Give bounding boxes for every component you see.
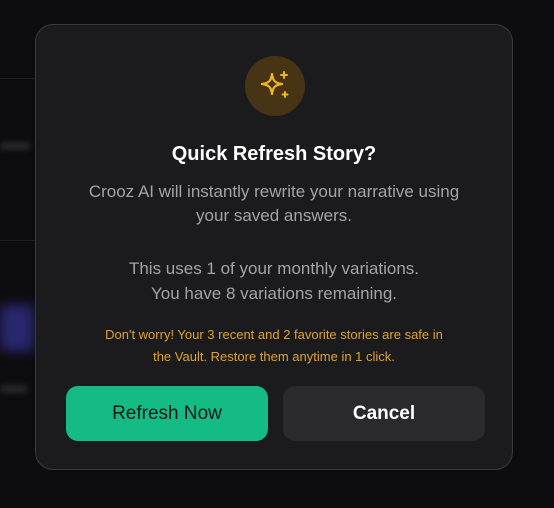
- dialog-title: Quick Refresh Story?: [171, 143, 377, 165]
- usage-line: This uses 1 of your monthly variations.: [128, 259, 420, 278]
- refresh-now-button[interactable]: Refresh Now: [66, 386, 268, 441]
- usage-line: You have 8 variations remaining.: [150, 284, 398, 303]
- backdrop-divider: [0, 240, 36, 241]
- backdrop-text: [0, 385, 28, 393]
- cancel-button[interactable]: Cancel: [283, 386, 485, 441]
- sparkles-icon: [260, 71, 289, 98]
- backdrop-divider: [0, 78, 36, 79]
- description-line: your saved answers.: [196, 206, 352, 225]
- backdrop-text: [0, 142, 30, 150]
- backdrop-highlight: [0, 305, 34, 351]
- note-line: Don't worry! Your 3 recent and 2 favorit…: [105, 327, 443, 342]
- dialog-description: Crooz AI will instantly rewrite your nar…: [56, 180, 492, 228]
- quick-refresh-dialog: Quick Refresh Story? Crooz AI will insta…: [35, 24, 513, 470]
- sparkles-icon-badge: [245, 56, 305, 116]
- note-line: the Vault. Restore them anytime in 1 cli…: [153, 349, 395, 364]
- vault-note: Don't worry! Your 3 recent and 2 favorit…: [56, 324, 492, 368]
- description-line: Crooz AI will instantly rewrite your nar…: [88, 182, 460, 201]
- usage-info: This uses 1 of your monthly variations. …: [56, 256, 492, 306]
